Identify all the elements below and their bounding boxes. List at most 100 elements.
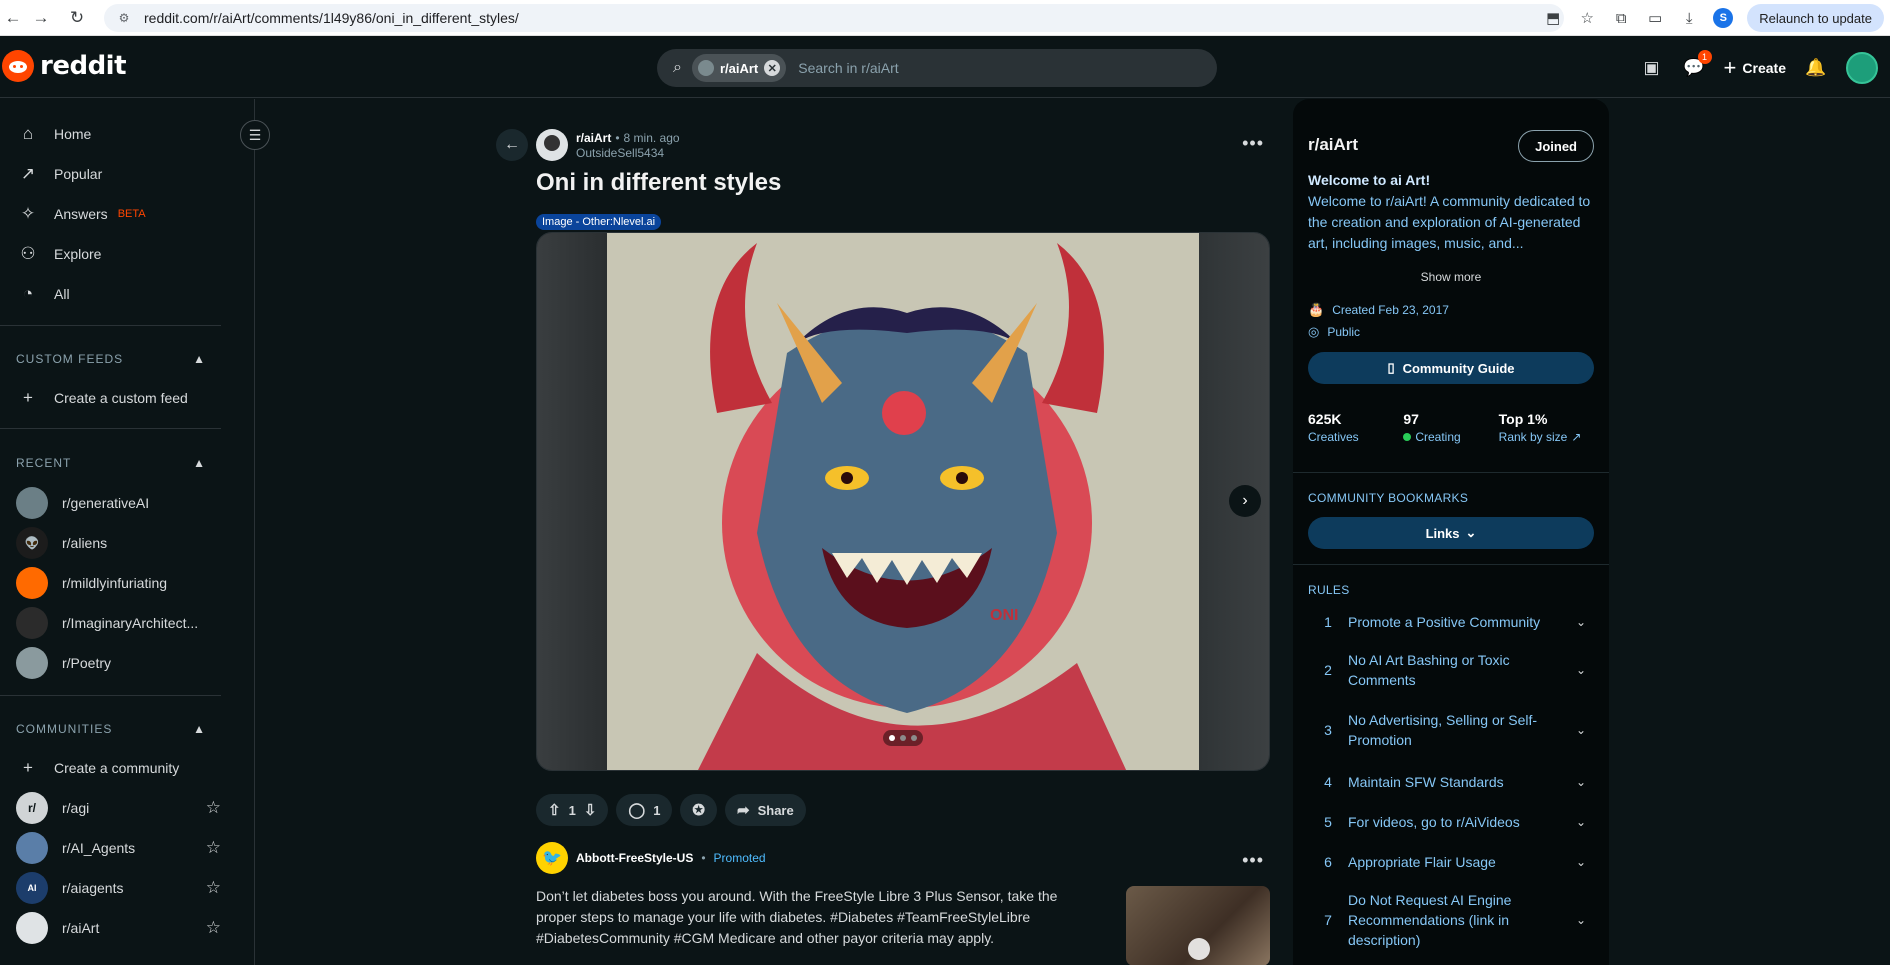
recent-item[interactable]: r/mildlyinfuriating bbox=[16, 564, 221, 602]
extensions-icon[interactable]: ⧉ bbox=[1611, 8, 1631, 28]
community-item[interactable]: r/aiArt ☆ bbox=[16, 909, 221, 947]
community-guide-button[interactable]: ▯ Community Guide bbox=[1308, 352, 1594, 384]
search-scope-chip[interactable]: r/aiArt ✕ bbox=[691, 54, 787, 82]
address-bar[interactable]: ⚙ reddit.com/r/aiArt/comments/1l49y86/on… bbox=[104, 4, 1564, 32]
community-item[interactable]: r/AI_Agents ☆ bbox=[16, 829, 221, 867]
stat-rank[interactable]: Top 1% Rank by size ↗ bbox=[1499, 411, 1594, 444]
carousel-dot[interactable] bbox=[900, 735, 906, 741]
recent-item[interactable]: r/ImaginaryArchitect... bbox=[16, 604, 221, 642]
comments-button[interactable]: ◯ 1 bbox=[616, 794, 673, 826]
favorite-star-icon[interactable]: ☆ bbox=[206, 838, 221, 858]
favorite-star-icon[interactable]: ☆ bbox=[206, 918, 221, 938]
bookmark-star-icon[interactable]: ☆ bbox=[1577, 8, 1597, 28]
profile-avatar[interactable]: S bbox=[1713, 8, 1734, 28]
chevron-right-icon[interactable]: › bbox=[1229, 485, 1261, 517]
recent-item[interactable]: r/generativeAI bbox=[16, 484, 221, 522]
award-button[interactable]: ✪ bbox=[680, 794, 717, 826]
advertise-icon[interactable]: ▣ bbox=[1640, 56, 1664, 80]
install-app-icon[interactable]: ⬒ bbox=[1543, 8, 1563, 28]
chevron-down-icon: ⌄ bbox=[1575, 663, 1586, 677]
rule-item[interactable]: 7 Do Not Request AI Engine Recommendation… bbox=[1308, 890, 1594, 950]
post-image-carousel[interactable]: ONI › bbox=[536, 232, 1270, 771]
back-arrow-icon[interactable]: ← bbox=[0, 5, 26, 31]
upvote-icon[interactable]: ⇧ bbox=[548, 801, 561, 819]
joined-button[interactable]: Joined bbox=[1518, 130, 1594, 162]
links-dropdown[interactable]: Links ⌄ bbox=[1308, 517, 1594, 549]
stat-online: 97 Creating bbox=[1403, 411, 1498, 444]
site-info-icon[interactable]: ⚙ bbox=[116, 10, 132, 26]
rule-item[interactable]: 5 For videos, go to r/AiVideos ⌄ bbox=[1308, 810, 1594, 834]
reload-icon[interactable]: ↻ bbox=[64, 5, 90, 31]
rule-item[interactable]: 1 Promote a Positive Community ⌄ bbox=[1308, 610, 1594, 634]
favorite-star-icon[interactable]: ☆ bbox=[206, 878, 221, 898]
community-item[interactable]: AI r/aiagents ☆ bbox=[16, 869, 221, 907]
more-options-icon[interactable]: ••• bbox=[1242, 850, 1264, 871]
more-options-icon[interactable]: ••• bbox=[1242, 133, 1264, 154]
search-bar[interactable]: ⌕ r/aiArt ✕ Search in r/aiArt bbox=[657, 49, 1217, 87]
subreddit-avatar[interactable] bbox=[536, 129, 568, 161]
site-header: reddit ⌕ r/aiArt ✕ Search in r/aiArt ▣ 💬… bbox=[0, 36, 1890, 98]
sidebar-item-home[interactable]: ⌂ Home bbox=[16, 115, 221, 153]
separator-dot: • bbox=[701, 851, 706, 865]
sidebar-toggle-icon[interactable]: ☰ bbox=[240, 120, 270, 150]
relaunch-button[interactable]: Relaunch to update bbox=[1747, 4, 1884, 32]
rule-item[interactable]: 6 Appropriate Flair Usage ⌄ bbox=[1308, 850, 1594, 874]
create-community[interactable]: + Create a community bbox=[16, 749, 221, 787]
globe-icon: ◎ bbox=[1308, 324, 1320, 339]
sidebar-item-explore[interactable]: ⚇ Explore bbox=[16, 235, 221, 273]
sidebar-item-all[interactable]: ◔ All bbox=[16, 275, 221, 313]
visibility: ◎ Public bbox=[1308, 324, 1360, 340]
subreddit-avatar: r/ bbox=[16, 792, 48, 824]
section-title: COMMUNITIES bbox=[16, 722, 113, 736]
rule-item[interactable]: 2 No AI Art Bashing or Toxic Comments ⌄ bbox=[1308, 650, 1594, 690]
downvote-icon[interactable]: ⇩ bbox=[584, 801, 597, 819]
carousel-dot[interactable] bbox=[889, 735, 895, 741]
sidebar-item-label: r/ImaginaryArchitect... bbox=[62, 615, 199, 631]
sidebar-item-answers[interactable]: ✧ Answers BETA bbox=[16, 195, 221, 233]
plus-icon: + bbox=[23, 388, 33, 407]
clear-scope-icon[interactable]: ✕ bbox=[764, 60, 781, 76]
cake-icon: 🎂 bbox=[1308, 302, 1325, 317]
rule-item[interactable]: 4 Maintain SFW Standards ⌄ bbox=[1308, 770, 1594, 794]
promo-text[interactable]: Don’t let diabetes boss you around. With… bbox=[536, 886, 1101, 949]
author-link[interactable]: OutsideSell5434 bbox=[576, 146, 680, 160]
advertiser-name[interactable]: Abbott-FreeStyle-US bbox=[576, 851, 693, 865]
show-more-button[interactable]: Show more bbox=[1293, 270, 1609, 284]
carousel-dot[interactable] bbox=[911, 735, 917, 741]
notifications-bell-icon[interactable]: 🔔 bbox=[1804, 56, 1828, 80]
advertiser-avatar[interactable]: 🐦 bbox=[536, 842, 568, 874]
communities-header[interactable]: COMMUNITIES ▲ bbox=[16, 722, 206, 736]
sidebar-item-popular[interactable]: ↗ Popular bbox=[16, 155, 221, 193]
recent-item[interactable]: r/Poetry bbox=[16, 644, 221, 682]
recent-item[interactable]: 👽 r/aliens bbox=[16, 524, 221, 562]
user-avatar[interactable] bbox=[1846, 52, 1878, 84]
chat-icon[interactable]: 💬 1 bbox=[1682, 50, 1712, 80]
back-arrow-icon[interactable]: ← bbox=[496, 129, 528, 161]
recent-header[interactable]: RECENT ▲ bbox=[16, 456, 206, 470]
create-button[interactable]: + Create bbox=[1724, 55, 1786, 81]
reddit-logo[interactable]: reddit bbox=[2, 50, 127, 82]
share-button[interactable]: ➦ Share bbox=[725, 794, 806, 826]
rule-number: 3 bbox=[1324, 722, 1332, 738]
subreddit-link[interactable]: r/aiArt bbox=[576, 131, 611, 145]
search-input[interactable]: Search in r/aiArt bbox=[798, 60, 898, 76]
bookmarks-header: COMMUNITY BOOKMARKS bbox=[1308, 491, 1469, 505]
custom-feeds-header[interactable]: CUSTOM FEEDS ▲ bbox=[16, 352, 206, 366]
promo-video-thumbnail[interactable] bbox=[1126, 886, 1270, 965]
subreddit-avatar bbox=[16, 647, 48, 679]
all-icon: ◔ bbox=[22, 284, 34, 303]
media-icon[interactable]: ▭ bbox=[1645, 8, 1665, 28]
download-icon[interactable]: ⤓ bbox=[1679, 8, 1699, 28]
post-flair[interactable]: Image - Other:Nlevel.ai bbox=[536, 214, 662, 230]
divider bbox=[1293, 472, 1609, 473]
favorite-star-icon[interactable]: ☆ bbox=[206, 798, 221, 818]
forward-arrow-icon[interactable]: → bbox=[28, 5, 54, 31]
community-item[interactable]: r/r/agi ☆ bbox=[16, 789, 221, 827]
external-link-icon: ↗ bbox=[1571, 430, 1582, 444]
rule-item[interactable]: 3 No Advertising, Selling or Self-Promoti… bbox=[1308, 710, 1594, 750]
vote-control: ⇧ 1 ⇩ bbox=[536, 794, 609, 826]
subreddit-avatar bbox=[16, 567, 48, 599]
post-image[interactable]: ONI bbox=[607, 233, 1201, 770]
create-custom-feed[interactable]: + Create a custom feed bbox=[16, 379, 221, 417]
rule-text: Appropriate Flair Usage bbox=[1348, 854, 1496, 870]
